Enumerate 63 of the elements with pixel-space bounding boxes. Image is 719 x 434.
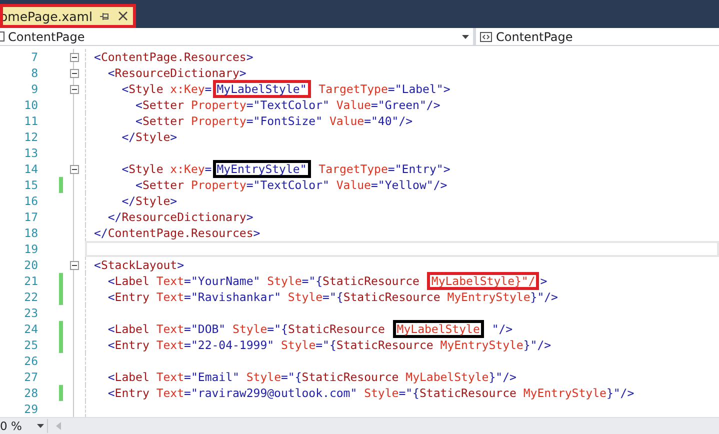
class-icon bbox=[0, 31, 5, 42]
code-text: <StackLayout> bbox=[94, 258, 184, 272]
code-text: <ContentPage.Resources> bbox=[94, 50, 254, 64]
code-text: <Setter Property="TextColor" Value="Green"/> bbox=[134, 98, 440, 112]
code-text: <Entry Text="Ravishankar" Style="{StaticResource MyEntryStyle}"/> bbox=[106, 290, 558, 304]
code-text: "/> bbox=[490, 322, 513, 336]
code-text: <Setter Property="TextColor" Value="Yellow"/> bbox=[134, 178, 448, 192]
line-number: 18 bbox=[23, 226, 38, 240]
code-text: </Style> bbox=[120, 130, 178, 144]
code-text: </ContentPage.Resources> bbox=[94, 226, 260, 240]
line-number: 14 bbox=[23, 162, 38, 176]
line-number: 25 bbox=[23, 338, 38, 352]
code-text: > bbox=[540, 274, 548, 288]
code-text: <Style x:Key= bbox=[120, 82, 212, 96]
collapse-icon[interactable] bbox=[70, 164, 78, 174]
highlighted-code: MyLabelStyle" bbox=[212, 80, 311, 98]
line-number: 20 bbox=[23, 258, 38, 272]
code-text: <Label Text="YourName" Style="{StaticResource bbox=[106, 274, 420, 288]
line-number: 27 bbox=[23, 370, 38, 384]
line-number: 11 bbox=[23, 114, 38, 128]
pin-icon[interactable] bbox=[100, 12, 110, 20]
line-number: 13 bbox=[23, 146, 38, 160]
line-number: 24 bbox=[23, 322, 38, 336]
collapse-icon[interactable] bbox=[70, 52, 78, 62]
line-number: 9 bbox=[30, 82, 38, 96]
line-number: 29 bbox=[23, 402, 38, 416]
line-number: 21 bbox=[23, 274, 38, 288]
code-text: <Setter Property="FontSize" Value="40"/> bbox=[134, 114, 413, 128]
code-text: <Label Text="DOB" Style="{StaticResource bbox=[106, 322, 386, 336]
member-dropdown[interactable]: ContentPage bbox=[476, 28, 719, 45]
code-text: </Style> bbox=[120, 194, 178, 208]
zoom-dropdown[interactable]: 0 % bbox=[0, 419, 48, 433]
close-icon[interactable] bbox=[118, 11, 128, 21]
caret-icon bbox=[462, 34, 469, 38]
line-number: 15 bbox=[23, 178, 38, 192]
code-text: <Entry Text="22-04-1999" Style="{StaticResource MyEntryStyle}"/> bbox=[106, 338, 552, 352]
document-tab[interactable]: omePage.xaml bbox=[0, 4, 136, 28]
element-icon bbox=[480, 32, 492, 42]
highlighted-code: MyEntryStyle" bbox=[212, 160, 311, 178]
code-text: <Style x:Key= bbox=[120, 162, 212, 176]
highlighted-code: MyLabelStyle}"/ bbox=[427, 272, 540, 290]
code-text: <ResourceDictionary> bbox=[106, 66, 246, 80]
line-number: 17 bbox=[23, 210, 38, 224]
highlighted-code: MyLabelStyle bbox=[392, 320, 484, 338]
line-number: 10 bbox=[23, 98, 38, 112]
caret-icon bbox=[37, 424, 44, 428]
line-number: 16 bbox=[23, 194, 38, 208]
line-number: 8 bbox=[30, 66, 38, 80]
line-number: 22 bbox=[23, 290, 38, 304]
collapse-icon[interactable] bbox=[70, 68, 78, 78]
code-text: </ResourceDictionary> bbox=[106, 210, 254, 224]
line-number: 28 bbox=[23, 386, 38, 400]
code-text: <Entry Text="raviraw299@outlook.com" Style="{StaticResource MyEntryStyle}"/> bbox=[106, 386, 634, 400]
line-number: 23 bbox=[23, 306, 38, 320]
code-text: <Label Text="Email" Style="{StaticResource MyLabelStyle}"/> bbox=[106, 370, 516, 384]
collapse-icon[interactable] bbox=[70, 260, 78, 270]
collapse-icon[interactable] bbox=[70, 84, 78, 94]
code-text: TargetType="Label"> bbox=[318, 82, 450, 96]
code-text: TargetType="Entry"> bbox=[318, 162, 450, 176]
line-number: 12 bbox=[23, 130, 38, 144]
line-number: 19 bbox=[23, 242, 38, 256]
line-number: 7 bbox=[30, 50, 38, 64]
line-number: 26 bbox=[23, 354, 38, 368]
